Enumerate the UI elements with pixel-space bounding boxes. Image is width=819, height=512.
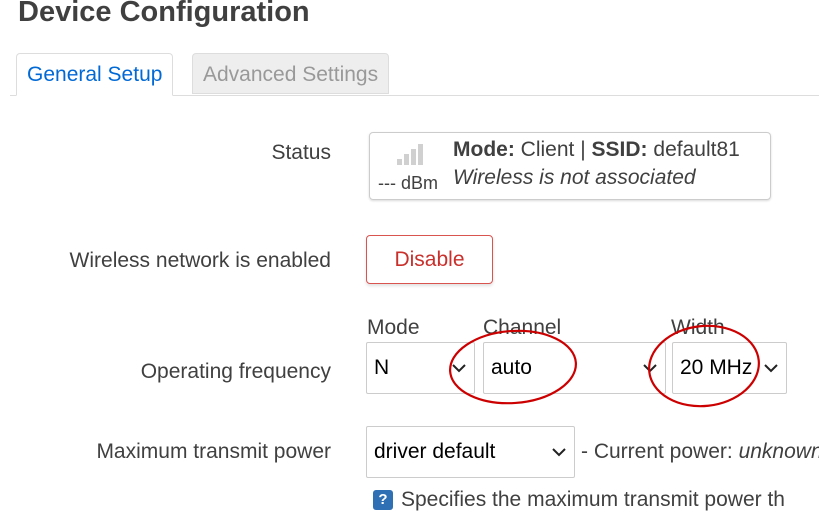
signal-dbm: --- dBm (378, 173, 438, 193)
current-power-value: unknown (738, 440, 819, 463)
max-transmit-power-label: Maximum transmit power (96, 440, 331, 463)
mode-value: Client (520, 138, 575, 161)
transmit-power-help: ? Specifies the maximum transmit power th (373, 488, 785, 512)
chevron-down-icon (452, 364, 466, 373)
tab-bar: General Setup Advanced Settings (10, 53, 819, 96)
tab-general-setup[interactable]: General Setup (16, 53, 174, 96)
width-select-value: 20 MHz (680, 356, 753, 379)
mode-key: Mode: (453, 138, 515, 161)
transmit-power-select[interactable]: driver default (366, 426, 575, 478)
operating-frequency-label: Operating frequency (140, 360, 331, 383)
help-icon: ? (373, 490, 393, 510)
ssid-key: SSID: (591, 138, 648, 161)
status-label: Status (271, 141, 331, 164)
tab-advanced-settings[interactable]: Advanced Settings (192, 53, 390, 94)
mode-select[interactable]: N (366, 342, 475, 394)
disable-button[interactable]: Disable (366, 235, 493, 284)
chevron-down-icon (643, 364, 657, 373)
association-status: Wireless is not associated (453, 166, 696, 189)
page-title: Device Configuration (18, 0, 310, 28)
chevron-down-icon (552, 448, 566, 457)
mode-select-value: N (374, 356, 390, 379)
width-select[interactable]: 20 MHz (672, 342, 787, 394)
channel-select[interactable]: auto (483, 342, 666, 394)
transmit-power-select-value: driver default (374, 440, 496, 463)
status-separator: | (580, 138, 586, 161)
status-mode-ssid: Mode: Client | SSID: default81 (453, 138, 740, 162)
help-text: Specifies the maximum transmit power th (401, 488, 785, 511)
wireless-enabled-label: Wireless network is enabled (69, 249, 331, 272)
status-panel: --- dBm Mode: Client | SSID: default81 W… (369, 132, 771, 200)
current-power-prefix: - Current power: (581, 440, 733, 463)
channel-header: Channel (483, 316, 562, 339)
signal-strength-icon (397, 144, 423, 165)
mode-header: Mode (367, 316, 420, 339)
channel-select-value: auto (491, 356, 532, 379)
ssid-value: default81 (653, 138, 740, 161)
width-header: Width (671, 316, 725, 339)
chevron-down-icon (764, 364, 778, 373)
current-power: - Current power: unknown (581, 440, 819, 464)
